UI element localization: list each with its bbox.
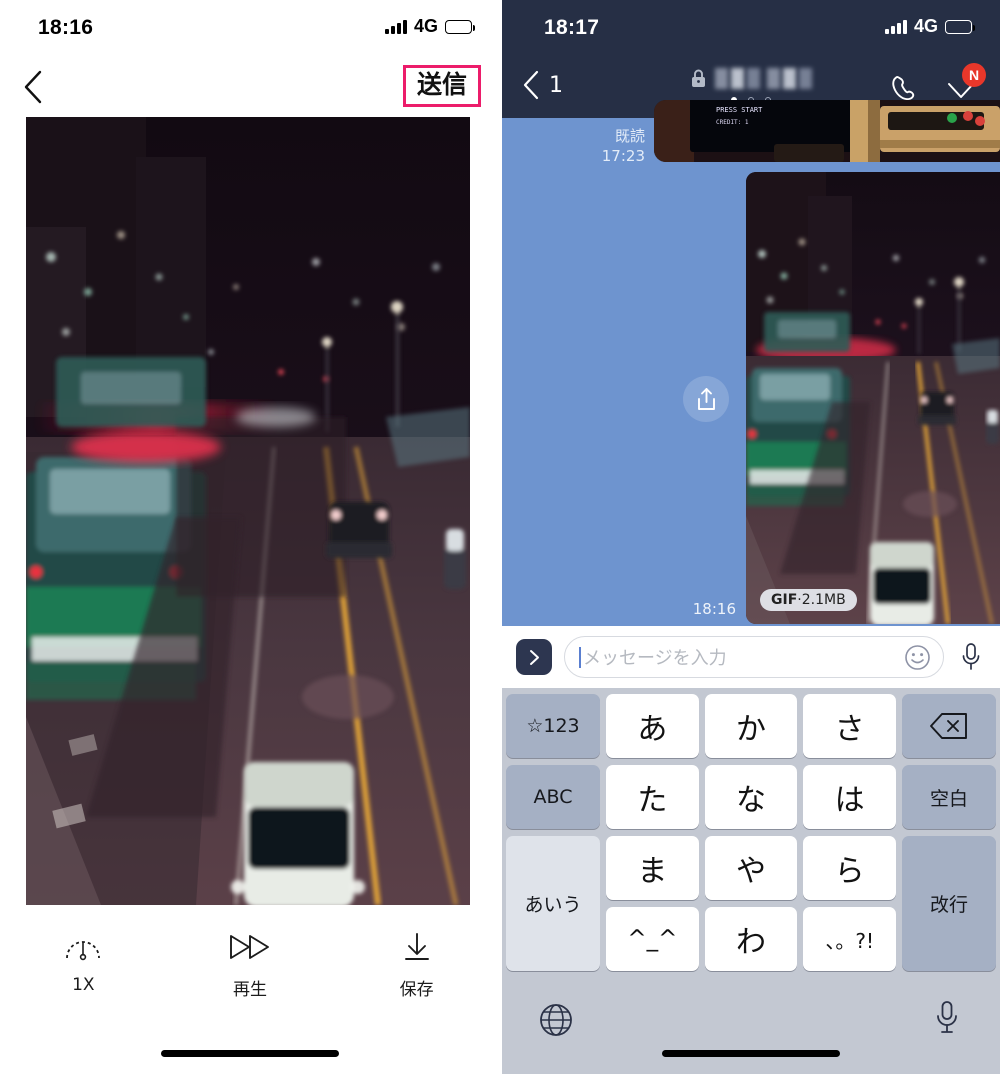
share-upload-icon bbox=[697, 387, 715, 410]
expand-button[interactable] bbox=[516, 639, 552, 675]
keyboard-center-columns: あ か さ た な は ま や ら ^_^ わ 、。?! bbox=[606, 694, 897, 971]
microphone-icon bbox=[962, 643, 980, 670]
svg-text:CREDIT: 1: CREDIT: 1 bbox=[716, 119, 749, 126]
play-button[interactable]: 再生 bbox=[167, 930, 334, 1000]
signal-bars-icon bbox=[884, 19, 907, 34]
back-button[interactable] bbox=[22, 70, 44, 104]
home-indicator[interactable] bbox=[662, 1050, 840, 1057]
back-button[interactable]: 1 bbox=[522, 70, 563, 100]
status-indicators: 4G bbox=[884, 16, 975, 37]
save-label: 保存 bbox=[399, 980, 434, 1000]
media-toolbar: 1X 再生 保存 bbox=[0, 930, 500, 1000]
smiley-icon bbox=[905, 644, 930, 670]
home-indicator[interactable] bbox=[161, 1050, 339, 1057]
key-symbols-numbers[interactable]: ☆123 bbox=[506, 694, 600, 758]
message-time-gif: 18:16 bbox=[692, 600, 736, 618]
message-input-field[interactable]: メッセージを入力 bbox=[564, 636, 944, 678]
message-input-placeholder: メッセージを入力 bbox=[583, 648, 727, 669]
message-image-arcade[interactable]: PRESS START CREDIT: 1 bbox=[654, 100, 1000, 162]
key-ma[interactable]: ま bbox=[606, 836, 699, 900]
lock-icon bbox=[692, 69, 705, 87]
key-delete[interactable] bbox=[902, 694, 996, 758]
globe-icon bbox=[540, 1004, 572, 1036]
key-ra[interactable]: ら bbox=[803, 836, 897, 900]
gif-badge-type: GIF bbox=[771, 592, 798, 608]
message-time: 17:23 bbox=[601, 147, 645, 166]
read-label: 既読 bbox=[614, 127, 645, 145]
keyboard-right-column: 空白 改行 bbox=[902, 694, 996, 971]
message-meta-read: 既読 17:23 bbox=[602, 126, 645, 167]
send-button[interactable]: 送信 bbox=[402, 65, 481, 107]
network-label: 4G bbox=[413, 16, 438, 36]
night-highway-photo bbox=[26, 117, 470, 905]
key-ha[interactable]: は bbox=[803, 765, 897, 829]
download-icon bbox=[401, 930, 433, 964]
emoji-button[interactable] bbox=[904, 644, 931, 671]
chat-title[interactable] bbox=[690, 68, 812, 103]
message-image-gif[interactable]: GIF·2.1MB bbox=[746, 172, 1000, 624]
save-button[interactable]: 保存 bbox=[333, 930, 500, 1000]
gif-size-badge: GIF·2.1MB bbox=[760, 589, 857, 611]
japanese-keyboard: ☆123 ABC あいう あ か さ た な は ま や ら ^_^ わ 、。?… bbox=[502, 688, 1000, 1074]
photo-preview[interactable] bbox=[26, 117, 470, 905]
unread-count: 1 bbox=[549, 72, 563, 98]
status-clock: 18:16 bbox=[38, 16, 94, 39]
status-badge: N bbox=[962, 63, 986, 87]
status-indicators: 4G bbox=[384, 16, 475, 37]
speed-button[interactable]: 1X bbox=[0, 930, 167, 1000]
keyboard-left-column: ☆123 ABC あいう bbox=[506, 694, 600, 971]
chat-messages: PRESS START CREDIT: 1 既読 17:23 GIF·2.1MB… bbox=[502, 100, 1000, 626]
contact-name-redacted bbox=[715, 68, 812, 89]
dictation-button[interactable] bbox=[934, 1000, 962, 1038]
key-a[interactable]: あ bbox=[606, 694, 699, 758]
network-label: 4G bbox=[913, 16, 938, 36]
dual-phone-screenshot: 18:16 4G 送信 1X 再生 保存 18:17 4G 1 N PRESS … bbox=[0, 0, 1000, 1074]
speedometer-icon bbox=[64, 930, 102, 964]
key-ta[interactable]: た bbox=[606, 765, 699, 829]
keyboard-bottom-row bbox=[502, 986, 1000, 1074]
key-ka[interactable]: か bbox=[704, 694, 798, 758]
message-input-bar: メッセージを入力 bbox=[502, 626, 1000, 688]
microphone-icon bbox=[937, 1001, 957, 1033]
chevron-left-icon bbox=[24, 70, 42, 104]
svg-text:PRESS START: PRESS START bbox=[716, 106, 763, 114]
fast-forward-icon bbox=[227, 930, 273, 964]
voice-record-button[interactable] bbox=[956, 640, 986, 674]
key-punctuation[interactable]: 、。?! bbox=[803, 907, 897, 971]
arcade-cabinet-photo: PRESS START CREDIT: 1 bbox=[654, 100, 1000, 162]
key-space[interactable]: 空白 bbox=[902, 765, 996, 829]
key-sa[interactable]: さ bbox=[803, 694, 897, 758]
left-status-bar: 18:16 4G bbox=[0, 0, 500, 56]
left-phone-panel: 18:16 4G 送信 1X 再生 保存 bbox=[0, 0, 500, 1074]
signal-bars-icon bbox=[384, 19, 407, 34]
language-switch-button[interactable] bbox=[538, 1002, 574, 1038]
key-return[interactable]: 改行 bbox=[902, 836, 996, 971]
send-button-label: 送信 bbox=[416, 70, 467, 99]
status-clock: 18:17 bbox=[544, 16, 600, 39]
speed-label: 1X bbox=[72, 975, 95, 995]
key-kaomoji[interactable]: ^_^ bbox=[606, 907, 699, 971]
right-phone-panel: 18:17 4G 1 N PRESS START CREDIT: 1 既読 17… bbox=[502, 0, 1000, 1074]
key-na[interactable]: な bbox=[704, 765, 798, 829]
gif-badge-size: 2.1MB bbox=[801, 592, 846, 608]
left-nav-bar: 送信 bbox=[0, 56, 500, 118]
delete-icon bbox=[930, 713, 967, 739]
chevron-right-icon bbox=[529, 649, 539, 665]
night-highway-photo bbox=[746, 172, 1000, 624]
text-cursor bbox=[579, 646, 581, 668]
chevron-left-icon bbox=[523, 70, 539, 100]
share-button[interactable] bbox=[683, 376, 729, 422]
key-abc[interactable]: ABC bbox=[506, 765, 600, 829]
play-label: 再生 bbox=[233, 980, 267, 1000]
battery-icon bbox=[445, 19, 475, 34]
key-ya[interactable]: や bbox=[704, 836, 798, 900]
key-wa[interactable]: わ bbox=[704, 907, 798, 971]
key-kana-mode[interactable]: あいう bbox=[506, 836, 600, 971]
battery-icon bbox=[945, 19, 975, 34]
